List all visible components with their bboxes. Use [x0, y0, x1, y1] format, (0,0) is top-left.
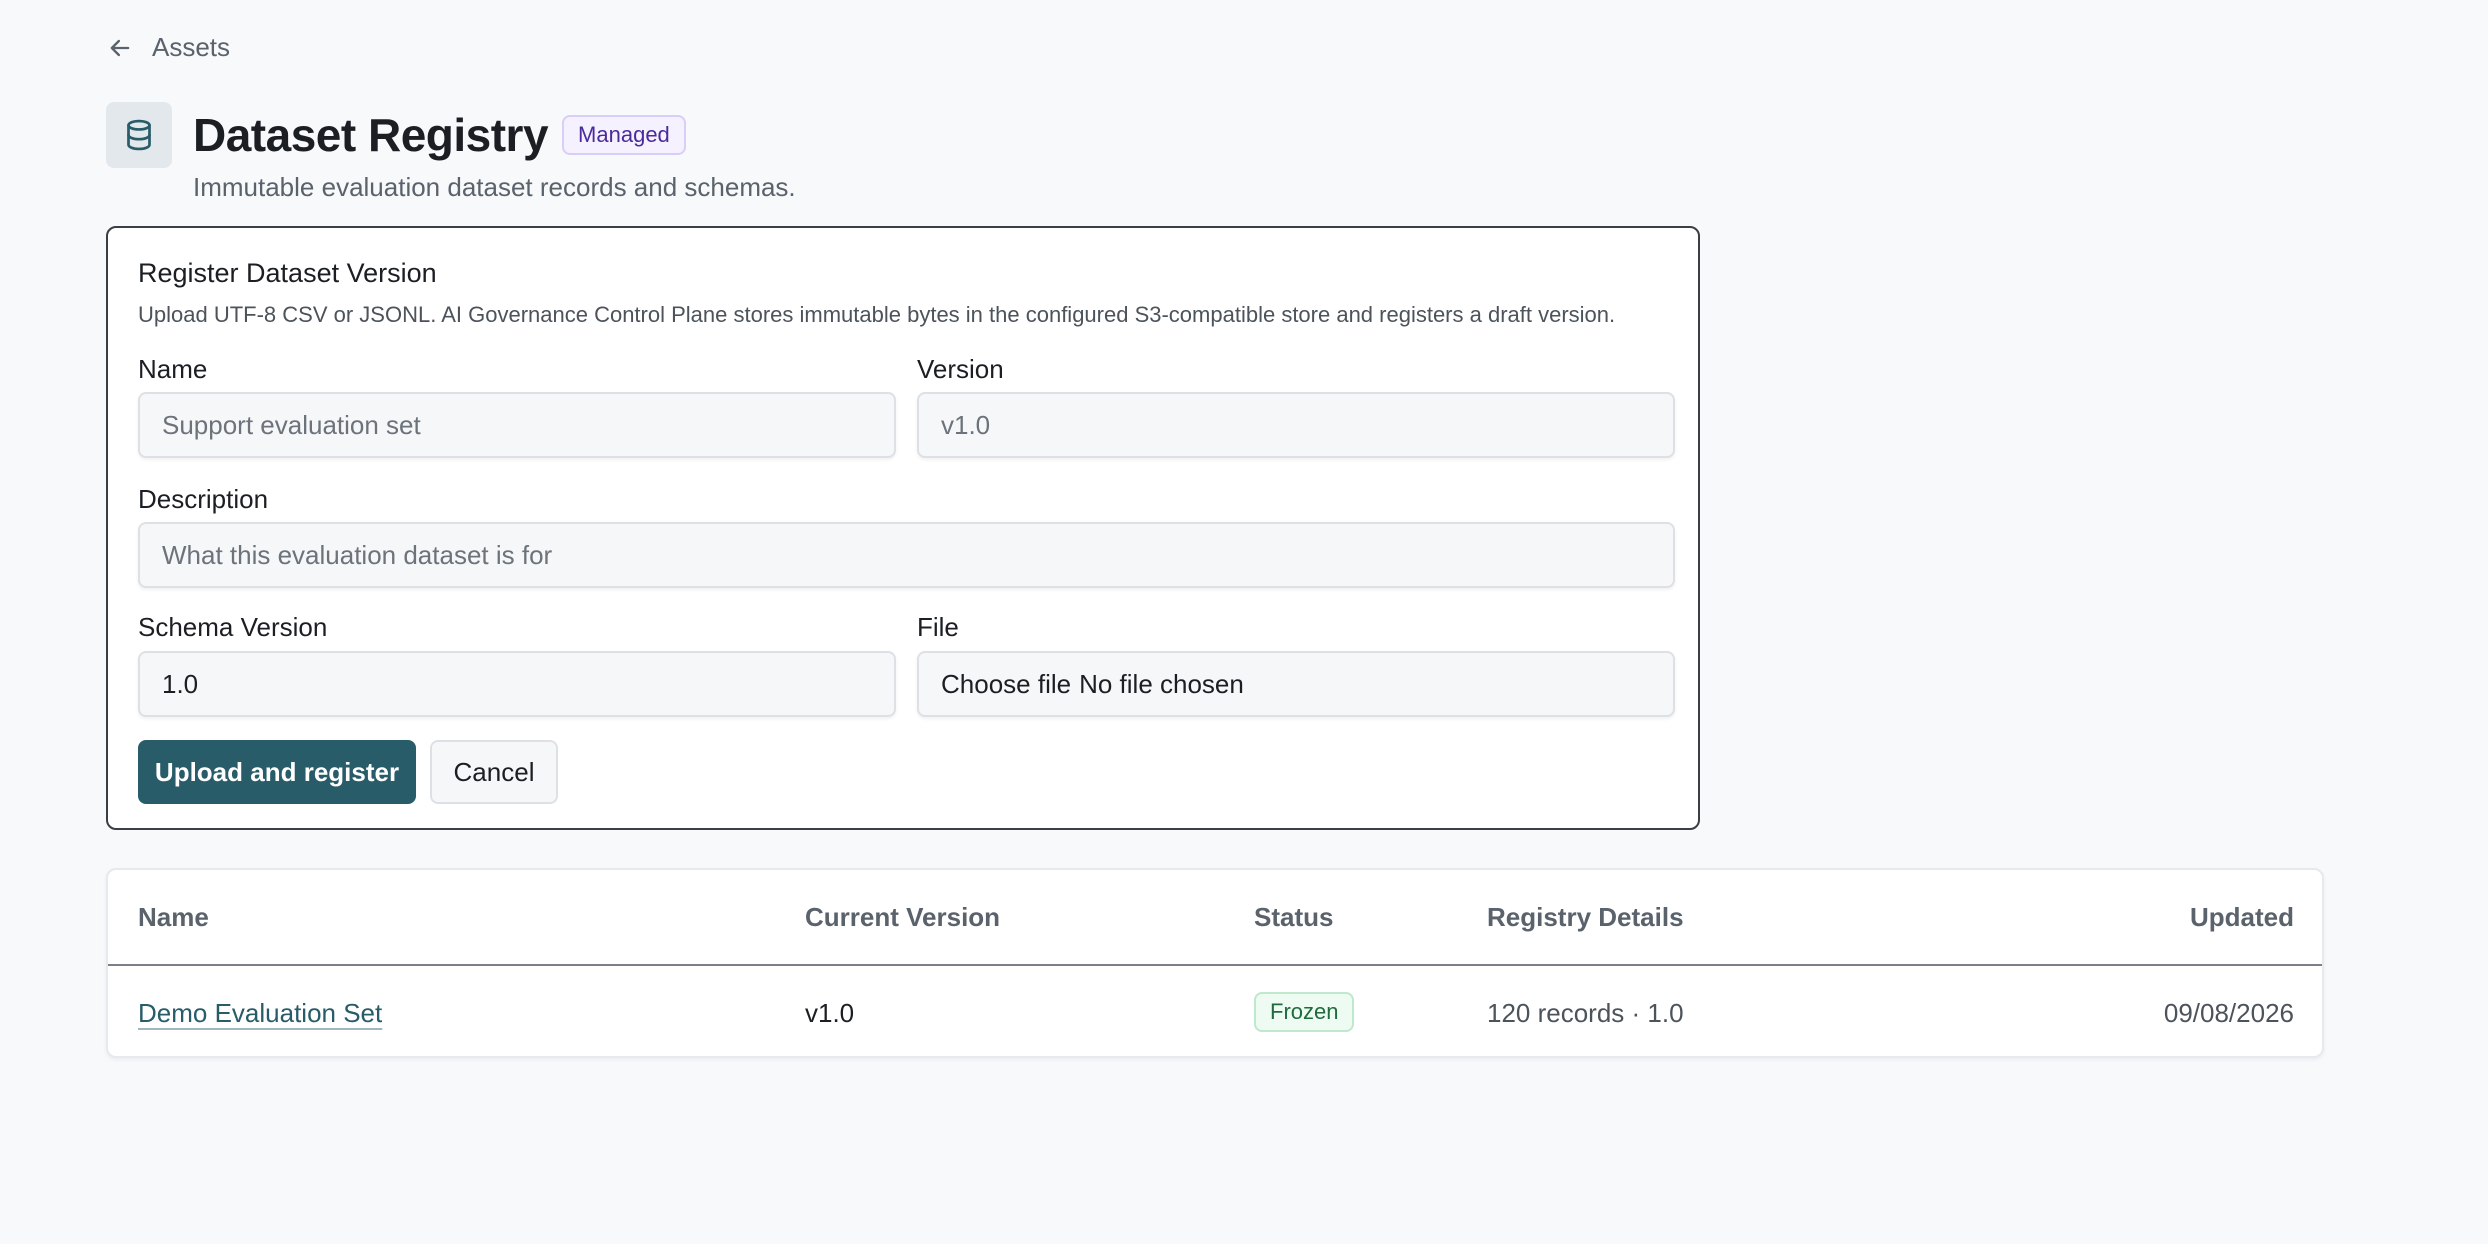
cancel-button[interactable]: Cancel [430, 740, 558, 804]
column-header-updated: Updated [2190, 902, 2294, 932]
file-label: File [917, 612, 959, 642]
description-input[interactable] [138, 522, 1675, 588]
updated-cell: 09/08/2026 [2163, 998, 2294, 1028]
current-version-cell: v1.0 [805, 998, 855, 1028]
status-badge: Frozen [1254, 992, 1355, 1032]
description-label: Description [138, 484, 269, 514]
upload-register-button[interactable]: Upload and register [138, 740, 416, 804]
name-input[interactable] [138, 392, 896, 458]
column-header-current-version: Current Version [805, 902, 1001, 932]
schema-version-input[interactable] [138, 651, 896, 717]
datasets-table: Name Current Version Status Registry Det… [106, 868, 2324, 1058]
dataset-name-link[interactable]: Demo Evaluation Set [138, 998, 382, 1029]
version-label: Version [917, 354, 1004, 384]
file-input[interactable]: Choose file No file chosen [917, 651, 1675, 717]
database-icon [106, 102, 172, 168]
back-link-label: Assets [152, 32, 231, 62]
schema-version-label: Schema Version [138, 612, 328, 642]
name-label: Name [138, 354, 208, 384]
form-title: Register Dataset Version [138, 258, 437, 288]
file-status: No file chosen [1079, 668, 1244, 699]
table-header: Name Current Version Status Registry Det… [108, 870, 2322, 966]
form-help-text: Upload UTF-8 CSV or JSONL. AI Governance… [138, 302, 1616, 327]
choose-file-button[interactable]: Choose file [941, 669, 1071, 700]
back-link[interactable]: Assets [106, 32, 230, 63]
column-header-name: Name [138, 902, 209, 932]
column-header-status: Status [1254, 902, 1334, 932]
version-input[interactable] [917, 392, 1675, 458]
page-title: Dataset Registry [193, 109, 549, 161]
arrow-left-icon [110, 39, 130, 56]
registry-details-cell: 120 records · 1.0 [1487, 998, 1684, 1028]
managed-badge: Managed [562, 115, 686, 155]
register-dataset-form: Register Dataset Version Upload UTF-8 CS… [106, 226, 1700, 830]
column-header-registry-details: Registry Details [1487, 902, 1684, 932]
page-subtitle: Immutable evaluation dataset records and… [193, 172, 796, 202]
